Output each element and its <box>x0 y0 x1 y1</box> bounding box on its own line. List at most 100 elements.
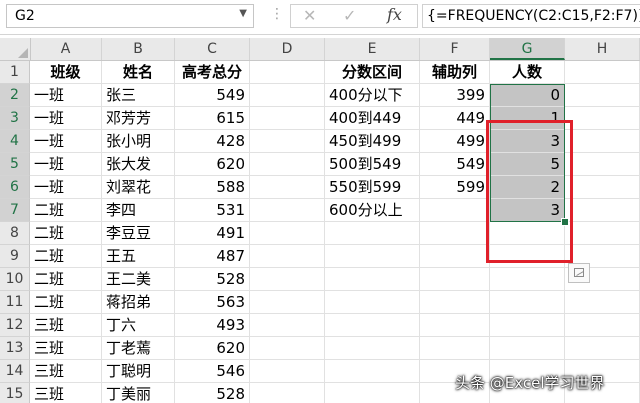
helper-value[interactable]: 549 <box>420 153 490 176</box>
student-score[interactable]: 428 <box>175 130 250 153</box>
cell-h2[interactable] <box>565 84 640 107</box>
student-name[interactable]: 丁美丽 <box>102 383 175 403</box>
cell-h5[interactable] <box>565 153 640 176</box>
cell-d9[interactable] <box>250 245 325 268</box>
row-header-2[interactable]: 2 <box>0 84 30 107</box>
student-class[interactable]: 一班 <box>30 153 102 176</box>
header-class[interactable]: 班级 <box>30 61 102 84</box>
student-score[interactable]: 588 <box>175 176 250 199</box>
cell-h7[interactable] <box>565 199 640 222</box>
cell-g13[interactable] <box>490 337 565 360</box>
row-header-4[interactable]: 4 <box>0 130 30 153</box>
cell-g9[interactable] <box>490 245 565 268</box>
helper-value[interactable]: 499 <box>420 130 490 153</box>
cell-h11[interactable] <box>565 291 640 314</box>
cell-g11[interactable] <box>490 291 565 314</box>
enter-icon[interactable]: ✓ <box>343 6 356 25</box>
student-score[interactable]: 615 <box>175 107 250 130</box>
row-header-3[interactable]: 3 <box>0 107 30 130</box>
interval-label[interactable]: 600分以上 <box>325 199 420 222</box>
student-class[interactable]: 一班 <box>30 130 102 153</box>
helper-value[interactable]: 599 <box>420 176 490 199</box>
header-name[interactable]: 姓名 <box>102 61 175 84</box>
student-name[interactable]: 李四 <box>102 199 175 222</box>
cell-d10[interactable] <box>250 268 325 291</box>
count-value[interactable]: 0 <box>490 84 565 107</box>
header-interval[interactable]: 分数区间 <box>325 61 420 84</box>
student-class[interactable]: 二班 <box>30 268 102 291</box>
student-class[interactable]: 二班 <box>30 245 102 268</box>
row-header-5[interactable]: 5 <box>0 153 30 176</box>
cell-e8[interactable] <box>325 222 420 245</box>
cell-d3[interactable] <box>250 107 325 130</box>
cell-h1[interactable] <box>565 61 640 84</box>
count-value[interactable]: 2 <box>490 176 565 199</box>
cell-d15[interactable] <box>250 383 325 403</box>
interval-label[interactable]: 400到449 <box>325 107 420 130</box>
resize-grip-icon[interactable]: ⋮ <box>270 6 284 22</box>
helper-value[interactable] <box>420 199 490 222</box>
student-score[interactable]: 531 <box>175 199 250 222</box>
row-header-13[interactable]: 13 <box>0 337 30 360</box>
cell-f13[interactable] <box>420 337 490 360</box>
column-header-e[interactable]: E <box>325 38 420 60</box>
count-value[interactable]: 3 <box>490 130 565 153</box>
cell-h8[interactable] <box>565 222 640 245</box>
cell-f10[interactable] <box>420 268 490 291</box>
cell-h6[interactable] <box>565 176 640 199</box>
cell-d8[interactable] <box>250 222 325 245</box>
row-header-9[interactable]: 9 <box>0 245 30 268</box>
student-name[interactable]: 张大发 <box>102 153 175 176</box>
student-class[interactable]: 一班 <box>30 107 102 130</box>
student-name[interactable]: 丁六 <box>102 314 175 337</box>
cell-e12[interactable] <box>325 314 420 337</box>
count-value[interactable]: 3 <box>490 199 565 222</box>
cell-e10[interactable] <box>325 268 420 291</box>
cell-d2[interactable] <box>250 84 325 107</box>
student-name[interactable]: 王五 <box>102 245 175 268</box>
student-class[interactable]: 三班 <box>30 383 102 403</box>
column-header-a[interactable]: A <box>30 38 102 60</box>
row-header-15[interactable]: 15 <box>0 383 30 403</box>
name-box[interactable]: G2 ▼ <box>6 4 254 28</box>
student-name[interactable]: 李豆豆 <box>102 222 175 245</box>
student-name[interactable]: 张三 <box>102 84 175 107</box>
student-name[interactable]: 张小明 <box>102 130 175 153</box>
quick-analysis-icon[interactable] <box>568 263 590 283</box>
student-score[interactable]: 620 <box>175 153 250 176</box>
student-score[interactable]: 487 <box>175 245 250 268</box>
column-header-b[interactable]: B <box>102 38 175 60</box>
cell-d6[interactable] <box>250 176 325 199</box>
cell-g10[interactable] <box>490 268 565 291</box>
interval-label[interactable]: 550到599 <box>325 176 420 199</box>
select-all-corner[interactable] <box>0 38 31 60</box>
student-score[interactable]: 546 <box>175 360 250 383</box>
student-class[interactable]: 二班 <box>30 222 102 245</box>
cell-e15[interactable] <box>325 383 420 403</box>
student-score[interactable]: 528 <box>175 383 250 403</box>
cell-h12[interactable] <box>565 314 640 337</box>
interval-label[interactable]: 400分以下 <box>325 84 420 107</box>
cell-d4[interactable] <box>250 130 325 153</box>
cell-d13[interactable] <box>250 337 325 360</box>
header-score[interactable]: 高考总分 <box>175 61 250 84</box>
student-name[interactable]: 丁老蔫 <box>102 337 175 360</box>
student-score[interactable]: 528 <box>175 268 250 291</box>
row-header-7[interactable]: 7 <box>0 199 30 222</box>
student-class[interactable]: 三班 <box>30 360 102 383</box>
cell-e9[interactable] <box>325 245 420 268</box>
student-class[interactable]: 三班 <box>30 314 102 337</box>
column-header-d[interactable]: D <box>250 38 325 60</box>
interval-label[interactable]: 450到499 <box>325 130 420 153</box>
cell-d7[interactable] <box>250 199 325 222</box>
helper-value[interactable]: 449 <box>420 107 490 130</box>
cell-f11[interactable] <box>420 291 490 314</box>
count-value[interactable]: 1 <box>490 107 565 130</box>
row-header-1[interactable]: 1 <box>0 61 30 84</box>
column-header-c[interactable]: C <box>175 38 250 60</box>
row-header-11[interactable]: 11 <box>0 291 30 314</box>
cell-d12[interactable] <box>250 314 325 337</box>
student-class[interactable]: 二班 <box>30 199 102 222</box>
helper-value[interactable]: 399 <box>420 84 490 107</box>
student-score[interactable]: 563 <box>175 291 250 314</box>
